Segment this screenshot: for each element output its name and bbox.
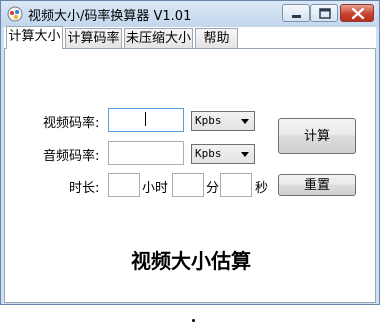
app-window: 视频大小/码率换算器 V1.01 视频码率: Kpbs 音频码率: Kpbs 时… (0, 0, 380, 322)
close-icon (351, 7, 365, 20)
reset-button[interactable]: 重置 (278, 174, 356, 196)
seconds-input[interactable] (220, 173, 252, 197)
audio-bitrate-label: 音频码率: (43, 149, 100, 164)
hours-input[interactable] (108, 173, 140, 197)
title-bar[interactable]: 视频大小/码率换算器 V1.01 (1, 1, 379, 27)
tab-help[interactable]: 帮助 (195, 28, 238, 48)
video-bitrate-unit-select[interactable]: Kpbs (191, 111, 255, 131)
audio-bitrate-unit-select[interactable]: Kpbs (191, 144, 255, 164)
duration-label: 时长: (69, 181, 100, 196)
tab-calc-bitrate[interactable]: 计算码率 (65, 28, 122, 48)
minimize-icon (292, 15, 301, 18)
audio-bitrate-unit-value: Kpbs (195, 147, 222, 160)
seconds-unit-label: 秒 (255, 181, 269, 196)
audio-bitrate-input[interactable] (108, 141, 184, 165)
minutes-input[interactable] (172, 173, 204, 197)
close-button[interactable] (340, 4, 374, 22)
client-area: 视频码率: Kpbs 音频码率: Kpbs 时长: 小时 分 秒 计算 重置 视… (4, 26, 376, 322)
maximize-icon (319, 8, 331, 19)
video-bitrate-unit-value: Kpbs (195, 114, 222, 127)
minimize-button[interactable] (282, 4, 310, 22)
chevron-down-icon (241, 119, 249, 124)
chevron-down-icon (241, 152, 249, 157)
video-bitrate-label: 视频码率: (43, 116, 100, 131)
tab-uncompressed-size[interactable]: 未压缩大小 (124, 28, 193, 48)
hours-unit-label: 小时 (142, 181, 169, 196)
video-bitrate-input[interactable] (108, 108, 184, 132)
tab-panel-calc-size: 视频码率: Kpbs 音频码率: Kpbs 时长: 小时 分 秒 计算 重置 视… (4, 48, 376, 322)
maximize-button[interactable] (310, 4, 338, 22)
minutes-unit-label: 分 (206, 181, 220, 196)
text-caret (145, 112, 146, 126)
app-logo-icon (7, 6, 23, 22)
result-heading: 视频大小估算 (131, 249, 251, 273)
calculate-button[interactable]: 计算 (278, 118, 356, 154)
window-title: 视频大小/码率换算器 V1.01 (28, 9, 192, 24)
tab-calc-size[interactable]: 计算大小 (6, 26, 63, 49)
